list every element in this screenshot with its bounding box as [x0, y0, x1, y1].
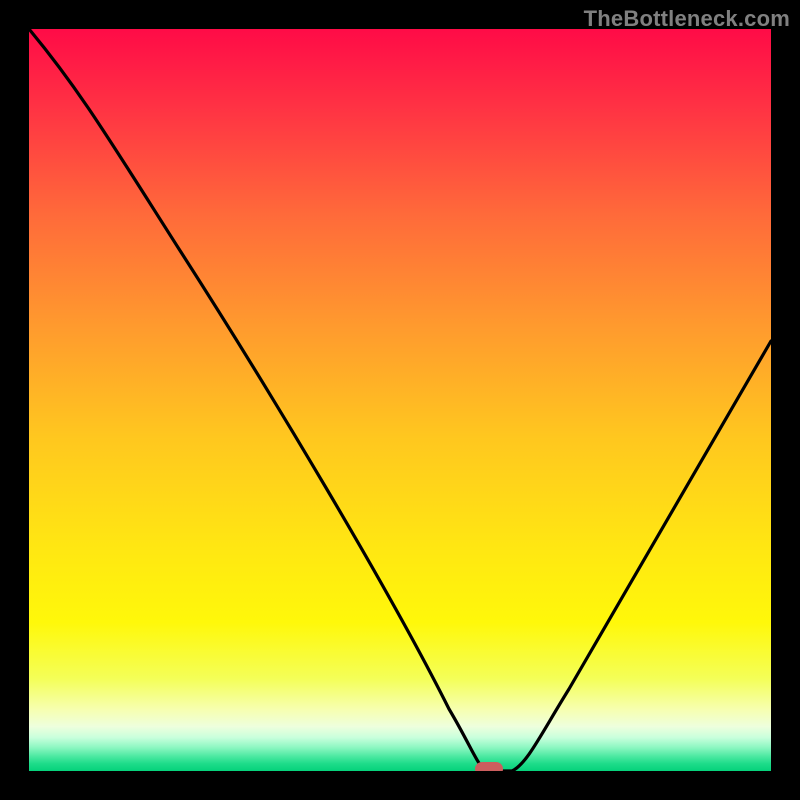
curve-path [29, 29, 771, 771]
watermark-text: TheBottleneck.com [584, 6, 790, 32]
chart-container: TheBottleneck.com [0, 0, 800, 800]
optimal-point-marker [475, 762, 503, 771]
bottleneck-curve [29, 29, 771, 771]
plot-area [29, 29, 771, 771]
